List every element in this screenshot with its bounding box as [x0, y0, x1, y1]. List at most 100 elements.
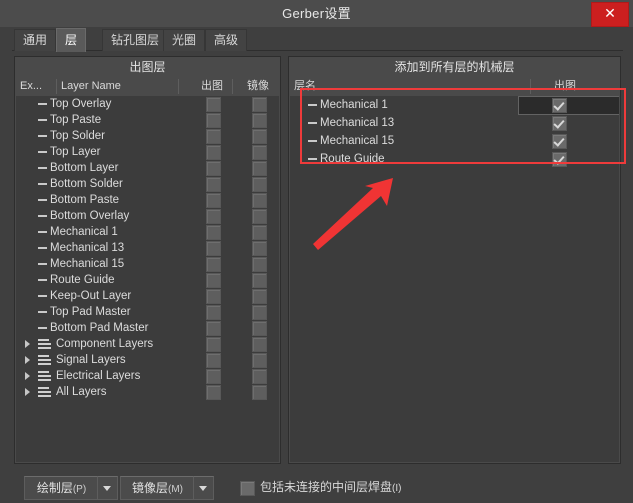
table-row[interactable]: Mechanical 1 [16, 224, 279, 240]
chevron-right-icon[interactable] [25, 356, 30, 364]
mirror-layers-dropdown[interactable] [193, 476, 214, 500]
chevron-right-icon[interactable] [25, 388, 30, 396]
plot-checkbox[interactable] [206, 113, 221, 128]
mirror-checkbox[interactable] [252, 193, 267, 208]
plot-checkbox[interactable] [206, 161, 221, 176]
table-row[interactable]: Mechanical 1 [290, 96, 619, 115]
mirror-checkbox[interactable] [252, 353, 267, 368]
plot-checkbox[interactable] [552, 152, 567, 167]
table-row[interactable]: Component Layers [16, 336, 279, 352]
layer-dash-icon [38, 119, 47, 121]
plot-checkbox[interactable] [206, 97, 221, 112]
plot-checkbox[interactable] [206, 177, 221, 192]
table-row[interactable]: Top Pad Master [16, 304, 279, 320]
mirror-checkbox[interactable] [252, 273, 267, 288]
plot-checkbox[interactable] [206, 369, 221, 384]
table-row[interactable]: Top Layer [16, 144, 279, 160]
include-unconnected-checkbox[interactable] [240, 481, 255, 496]
plot-checkbox[interactable] [552, 116, 567, 131]
table-row[interactable]: Signal Layers [16, 352, 279, 368]
mirror-checkbox[interactable] [252, 305, 267, 320]
mechanical-layers-list[interactable]: Mechanical 1 Mechanical 13 Mechanical 15 Ro… [290, 96, 619, 462]
table-row[interactable]: Keep-Out Layer [16, 288, 279, 304]
table-row[interactable]: Top Overlay [16, 96, 279, 112]
plot-checkbox[interactable] [206, 353, 221, 368]
layer-name-label: Mechanical 15 [320, 135, 395, 147]
mirror-checkbox[interactable] [252, 321, 267, 336]
table-row[interactable]: Mechanical 13 [16, 240, 279, 256]
table-row[interactable]: Electrical Layers [16, 368, 279, 384]
plot-checkbox[interactable] [206, 193, 221, 208]
plot-checkbox[interactable] [206, 129, 221, 144]
mirror-checkbox[interactable] [252, 209, 267, 224]
mirror-checkbox[interactable] [252, 97, 267, 112]
layer-name-label: Bottom Overlay [50, 210, 130, 222]
table-row[interactable]: Bottom Pad Master [16, 320, 279, 336]
column-plot: 出图 [201, 80, 223, 92]
plot-checkbox[interactable] [206, 337, 221, 352]
plot-layers-button[interactable]: 绘制层(P) [24, 476, 99, 500]
layer-dash-icon [38, 279, 47, 281]
mirror-checkbox[interactable] [252, 145, 267, 160]
tab-strip: 通用 层 钻孔图层 光圈 高级 [0, 27, 633, 52]
table-row[interactable]: Bottom Paste [16, 192, 279, 208]
table-row[interactable]: Route Guide [290, 150, 619, 168]
plot-checkbox[interactable] [206, 225, 221, 240]
tab-advanced[interactable]: 高级 [205, 29, 248, 51]
include-unconnected-accel: (I) [392, 483, 402, 494]
mirror-checkbox[interactable] [252, 113, 267, 128]
close-button[interactable]: ✕ [591, 2, 629, 27]
table-row[interactable]: Bottom Solder [16, 176, 279, 192]
mirror-checkbox[interactable] [252, 241, 267, 256]
table-row[interactable]: Bottom Overlay [16, 208, 279, 224]
mirror-checkbox[interactable] [252, 257, 267, 272]
mirror-checkbox[interactable] [252, 385, 267, 400]
chevron-right-icon[interactable] [25, 340, 30, 348]
mirror-checkbox[interactable] [252, 129, 267, 144]
plot-layers-list[interactable]: Top Overlay Top Paste Top Solder Top Layer B… [16, 96, 279, 462]
table-row[interactable]: Top Solder [16, 128, 279, 144]
layer-dash-icon [308, 104, 317, 106]
tab-drill-drawing[interactable]: 钻孔图层 [102, 29, 169, 51]
tab-general[interactable]: 通用 [14, 29, 57, 51]
plot-checkbox[interactable] [206, 321, 221, 336]
layer-stack-icon [38, 355, 51, 365]
table-row[interactable]: Route Guide [16, 272, 279, 288]
layer-dash-icon [38, 231, 47, 233]
mirror-checkbox[interactable] [252, 289, 267, 304]
mirror-layers-button-label: 镜像层 [131, 481, 168, 495]
table-row[interactable]: Top Paste [16, 112, 279, 128]
mirror-layers-button[interactable]: 镜像层(M) [120, 476, 195, 500]
plot-checkbox[interactable] [206, 209, 221, 224]
layer-dash-icon [38, 311, 47, 313]
tab-layers[interactable]: 层 [56, 28, 87, 52]
mirror-checkbox[interactable] [252, 177, 267, 192]
plot-checkbox[interactable] [206, 385, 221, 400]
mirror-checkbox[interactable] [252, 225, 267, 240]
plot-checkbox[interactable] [206, 257, 221, 272]
mechanical-layers-panel: 添加到所有层的机械层 层名 出图 Mechanical 1 Mechanical … [288, 56, 621, 464]
table-row[interactable]: Mechanical 15 [16, 256, 279, 272]
plot-checkbox[interactable] [206, 305, 221, 320]
table-row[interactable]: All Layers [16, 384, 279, 400]
plot-checkbox[interactable] [206, 145, 221, 160]
plot-checkbox[interactable] [206, 289, 221, 304]
mirror-checkbox[interactable] [252, 161, 267, 176]
plot-edit-cell[interactable] [518, 96, 619, 115]
plot-checkbox[interactable] [552, 134, 567, 149]
tab-apertures[interactable]: 光圈 [163, 29, 206, 51]
plot-layers-dropdown[interactable] [97, 476, 118, 500]
plot-checkbox[interactable] [552, 98, 567, 113]
layer-dash-icon [38, 103, 47, 105]
table-row[interactable]: Mechanical 13 [290, 114, 619, 132]
mirror-checkbox[interactable] [252, 337, 267, 352]
mirror-checkbox[interactable] [252, 369, 267, 384]
plot-checkbox[interactable] [206, 241, 221, 256]
column-layer-name: 层名 [294, 80, 316, 92]
plot-checkbox[interactable] [206, 273, 221, 288]
table-row[interactable]: Bottom Layer [16, 160, 279, 176]
chevron-right-icon[interactable] [25, 372, 30, 380]
layer-name-label: Mechanical 15 [50, 258, 125, 270]
gerber-setup-dialog: Gerber设置 ✕ 通用 层 钻孔图层 光圈 高级 出图层 Ex... Lay… [0, 0, 633, 503]
table-row[interactable]: Mechanical 15 [290, 132, 619, 150]
